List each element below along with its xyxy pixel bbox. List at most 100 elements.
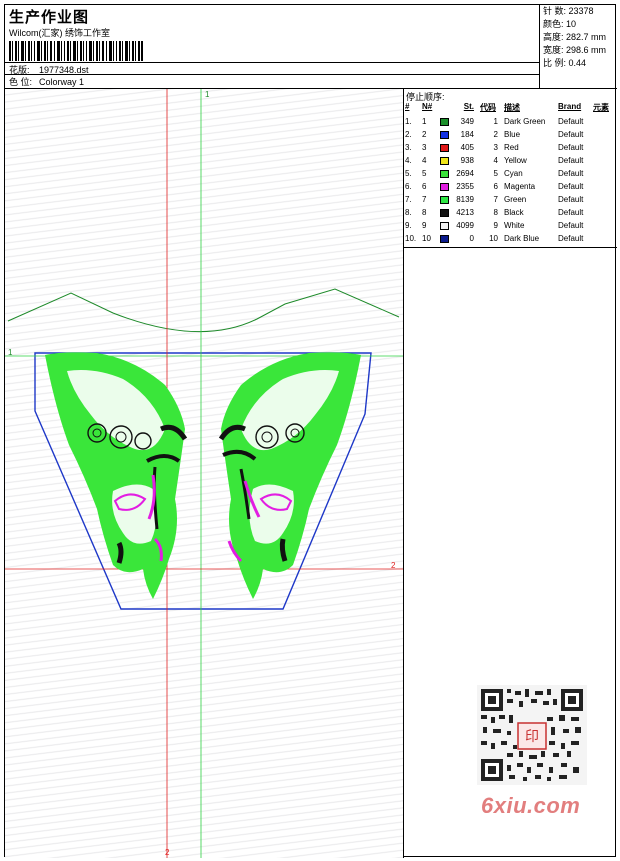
legend-row: 5. 5 2694 5 Cyan Default [404,168,617,181]
row-stitches: 405 [460,143,474,152]
software-subtitle: Wilcom(汇家) 绣饰工作室 [9,28,110,38]
row-needle: 9 [422,221,427,230]
header-divider [5,74,540,75]
qr-code: 印 [477,685,587,785]
row-description: White [504,221,525,230]
page-title: 生产作业图 [9,9,90,26]
row-stitches: 4213 [456,208,474,217]
row-brand: Default [558,130,584,139]
legend-row: 4. 4 938 4 Yellow Default [404,155,617,168]
row-code: 1 [493,117,498,126]
row-needle: 5 [422,169,427,178]
row-needle: 7 [422,195,427,204]
row-code: 4 [493,156,498,165]
row-stitches: 4099 [456,221,474,230]
legend-row: 1. 1 349 1 Dark Green Default [404,116,617,129]
col-description: 描述 [504,103,520,112]
row-needle: 2 [422,130,427,139]
row-needle: 10 [422,234,431,243]
color-swatch [440,144,449,152]
row-needle: 4 [422,156,427,165]
row-brand: Default [558,156,584,165]
barcode [9,41,143,61]
butterfly-right-wing [218,352,361,599]
color-swatch [440,157,449,165]
watermark-logo: 6xiu.com [481,793,581,818]
row-stitches: 2694 [456,169,474,178]
color-sequence-legend: 停止顺序: # N# St. 代码 描述 Brand 元素 1. 1 349 1 Dar… [404,89,617,248]
guide-label-h1: 1 [8,348,13,357]
row-brand: Default [558,182,584,191]
col-brand: Brand [558,102,582,111]
color-swatch [440,196,449,204]
row-code: 6 [493,182,498,191]
legend-row: 7. 7 8139 7 Green Default [404,194,617,207]
design-scale: 比 例: 0.44 [543,58,587,68]
stitch-count: 针 数: 23378 [543,6,594,16]
row-code: 7 [493,195,498,204]
col-element: 元素 [593,103,609,112]
row-index: 7. [405,195,412,204]
row-description: Black [504,208,524,217]
row-code: 2 [493,130,498,139]
row-code: 5 [493,169,498,178]
row-description: Yellow [504,156,527,165]
row-needle: 1 [422,117,427,126]
legend-row: 8. 8 4213 8 Black Default [404,207,617,220]
butterfly-left-wing [45,352,188,599]
row-index: 6. [405,182,412,191]
embroidery-preview: 1 1 2 2 [5,89,403,858]
row-stitches: 938 [460,156,474,165]
row-stitches: 2355 [456,182,474,191]
row-brand: Default [558,143,584,152]
production-worksheet: 生产作业图 Wilcom(汇家) 绣饰工作室 花版: 1977348.dst 色… [4,4,617,858]
guide-label-v1: 1 [205,90,210,99]
color-swatch [440,131,449,139]
row-code: 9 [493,221,498,230]
row-description: Magenta [504,182,536,191]
col-n: N# [422,102,433,111]
row-stitches: 184 [460,130,474,139]
row-index: 9. [405,221,412,230]
seal-stamp: 印 [525,729,539,745]
color-swatch [440,183,449,191]
row-description: Blue [504,130,521,139]
neckline-outline [7,288,400,333]
color-swatch [440,118,449,126]
row-description: Dark Blue [504,234,540,243]
row-description: Cyan [504,169,523,178]
row-code: 10 [489,234,498,243]
color-swatch [440,170,449,178]
row-stitches: 8139 [456,195,474,204]
row-description: Dark Green [504,117,546,126]
color-swatch [440,209,449,217]
design-width: 宽度: 298.6 mm [543,45,607,55]
row-brand: Default [558,221,584,230]
design-height: 高度: 282.7 mm [543,32,607,42]
row-brand: Default [558,195,584,204]
header-panel: 生产作业图 Wilcom(汇家) 绣饰工作室 花版: 1977348.dst 色… [5,5,540,89]
legend-header: # N# St. 代码 描述 Brand 元素 [404,102,617,115]
col-code: 代码 [480,103,496,112]
row-index: 8. [405,208,412,217]
row-needle: 8 [422,208,427,217]
guide-label-v2: 2 [165,848,170,857]
row-stitches: 349 [460,117,474,126]
legend-row: 6. 6 2355 6 Magenta Default [404,181,617,194]
row-brand: Default [558,234,584,243]
row-needle: 6 [422,182,427,191]
colorway-value: Colorway 1 [39,77,85,87]
col-stitches: St. [463,102,474,111]
design-stats: 针 数: 23378 颜色: 10 高度: 282.7 mm 宽度: 298.6… [540,5,617,89]
colorway-label: 色 位: [9,77,33,87]
row-brand: Default [558,117,584,126]
row-index: 2. [405,130,412,139]
color-count: 颜色: 10 [543,19,577,29]
row-description: Green [504,195,527,204]
row-index: 4. [405,156,412,165]
row-stitches: 0 [469,234,474,243]
legend-row: 2. 2 184 2 Blue Default [404,129,617,142]
row-brand: Default [558,208,584,217]
legend-row: 10. 10 0 10 Dark Blue Default [404,233,617,246]
row-code: 3 [493,143,498,152]
